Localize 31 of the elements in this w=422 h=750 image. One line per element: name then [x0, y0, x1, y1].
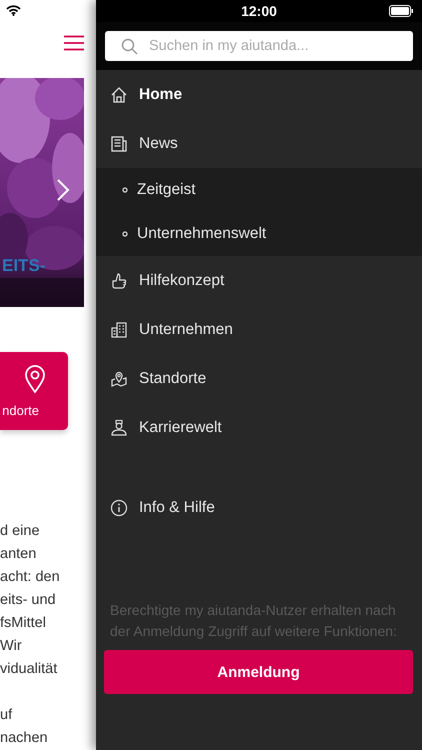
body-paragraph: uf nachen [0, 706, 49, 748]
status-time: 12:00 [241, 3, 277, 19]
wifi-icon [6, 5, 21, 16]
building-icon [110, 320, 128, 338]
submenu-item[interactable]: Zeitgeist [96, 168, 422, 212]
menu-icon[interactable] [64, 34, 84, 51]
info-icon [110, 498, 128, 516]
battery-icon [389, 5, 413, 17]
menu-item[interactable]: Home [96, 70, 422, 119]
login-button[interactable]: Anmeldung [104, 650, 413, 694]
newspaper-icon [110, 134, 128, 152]
menu-item[interactable]: Unternehmen [96, 305, 422, 354]
bullet-icon [122, 187, 128, 193]
person-icon [110, 418, 128, 436]
body-paragraph: d eine anten acht: den eits- und fsMittel Wir vidualität [0, 522, 61, 679]
menu-item[interactable]: Karrierewelt [96, 403, 422, 452]
submenu-item[interactable]: Unternehmenswelt [96, 212, 422, 256]
chevron-right-icon[interactable] [56, 178, 70, 202]
locations-tile[interactable]: ndorte [0, 352, 68, 430]
slide-caption: EITS- [2, 256, 46, 276]
menu-item[interactable]: Standorte [96, 354, 422, 403]
thumbs-up-icon [110, 272, 128, 290]
menu-item[interactable]: Info & Hilfe [96, 483, 422, 532]
search-icon [121, 38, 138, 55]
map-pin-icon [110, 370, 128, 388]
menu-item[interactable]: News [96, 119, 422, 168]
bullet-icon [122, 231, 128, 237]
home-icon [110, 86, 128, 104]
menu-item[interactable]: Hilfekonzept [96, 256, 422, 305]
map-pin-icon [24, 364, 46, 394]
search-field[interactable]: Suchen in my aiutanda... [105, 31, 413, 61]
